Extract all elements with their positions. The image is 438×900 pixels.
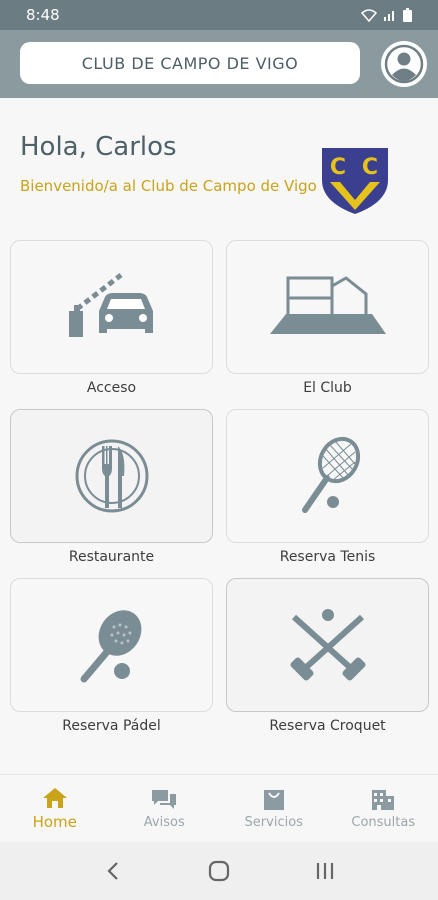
tile-label-el-club: El Club: [303, 380, 352, 396]
club-title: CLUB DE CAMPO DE VIGO: [20, 42, 360, 84]
back-button[interactable]: [93, 851, 133, 891]
tile-reserva-padel[interactable]: [10, 578, 213, 712]
nav-servicios-label: Servicios: [244, 814, 303, 830]
clubhouse-icon: [269, 276, 386, 334]
status-time: 8:48: [26, 6, 60, 24]
tile-label-restaurante: Restaurante: [68, 549, 155, 565]
recents-icon: [316, 863, 334, 879]
svg-text:C: C: [330, 155, 346, 180]
user-icon: [384, 44, 424, 84]
status-icons: [361, 8, 412, 22]
tile-label-reserva-croquet: Reserva Croquet: [269, 718, 386, 734]
chat-icon: [152, 789, 177, 809]
tennis-racket-icon: [301, 436, 360, 513]
nav-avisos[interactable]: Avisos: [110, 775, 220, 843]
wifi-icon: [361, 9, 377, 22]
tile-acceso[interactable]: [10, 240, 213, 374]
nav-avisos-label: Avisos: [143, 814, 185, 830]
home-icon: [42, 788, 67, 808]
bottom-nav: Home Avisos Servicios Consultas: [0, 774, 438, 842]
avatar-button[interactable]: [381, 41, 427, 87]
svg-text:C: C: [362, 155, 378, 180]
nav-home[interactable]: Home: [0, 775, 110, 843]
greeting-title: Hola, Carlos: [20, 132, 177, 162]
recents-button[interactable]: [305, 851, 345, 891]
welcome-text: Bienvenido/a al Club de Campo de Vigo: [20, 177, 317, 195]
tile-el-club[interactable]: [226, 240, 429, 374]
tile-reserva-tenis[interactable]: [226, 409, 429, 543]
croquet-mallets-icon: [290, 609, 365, 681]
plate-cutlery-icon: [75, 439, 148, 513]
nav-consultas-label: Consultas: [351, 814, 416, 830]
gate-car-icon: [68, 273, 153, 337]
nav-consultas[interactable]: Consultas: [329, 775, 438, 843]
bag-icon: [263, 789, 284, 810]
home-content: Hola, Carlos Bienvenido/a al Club de Cam…: [0, 98, 438, 774]
status-bar: 8:48: [0, 0, 438, 30]
nav-servicios[interactable]: Servicios: [219, 775, 329, 843]
back-icon: [107, 862, 118, 880]
nav-home-label: Home: [32, 813, 77, 831]
tile-label-reserva-padel: Reserva Pádel: [62, 718, 161, 734]
tile-restaurante[interactable]: [10, 409, 213, 543]
tile-label-reserva-tenis: Reserva Tenis: [279, 549, 376, 565]
club-crest-logo: C C: [322, 148, 388, 214]
battery-icon: [403, 8, 412, 22]
system-nav-bar: [0, 842, 438, 900]
home-system-button[interactable]: [199, 851, 239, 891]
home-circle-icon: [208, 860, 230, 882]
padel-racket-icon: [80, 610, 141, 683]
app-header: CLUB DE CAMPO DE VIGO: [0, 30, 438, 98]
tile-label-acceso: Acceso: [86, 380, 137, 396]
signal-icon: [384, 11, 394, 21]
building-icon: [372, 789, 395, 810]
tile-reserva-croquet[interactable]: [226, 578, 429, 712]
